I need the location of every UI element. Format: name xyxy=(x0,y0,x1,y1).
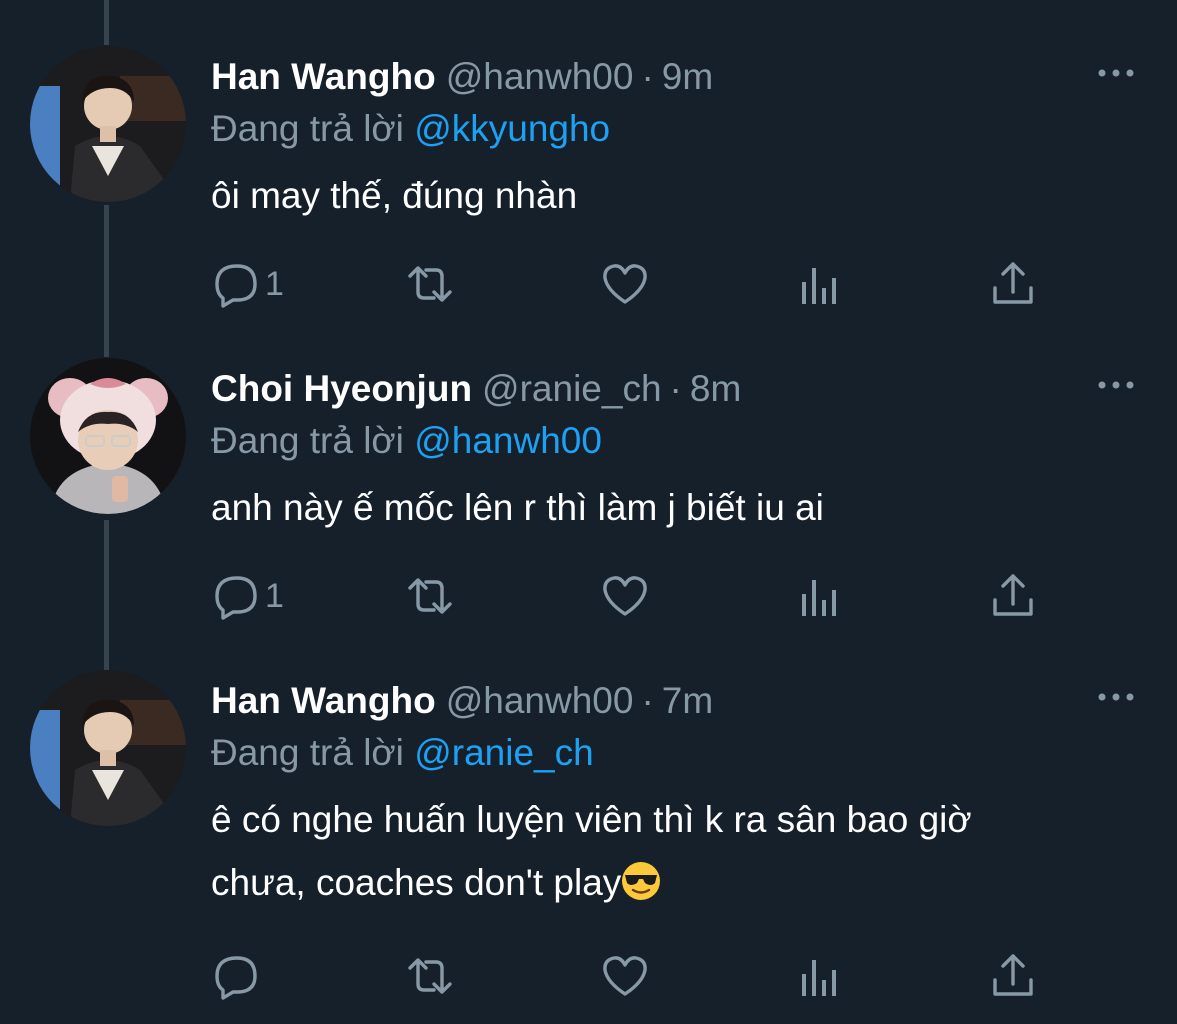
thread-line-top xyxy=(104,0,109,45)
more-button[interactable] xyxy=(1096,58,1136,88)
tweet-text-line: ê có nghe huấn luyện viên thì k ra sân b… xyxy=(211,799,972,840)
tweet-text-line: chưa, coaches don't play xyxy=(211,851,1141,914)
avatar[interactable] xyxy=(30,358,186,514)
tweet-header: Choi Hyeonjun @ranie_ch · 8m xyxy=(211,366,741,412)
analytics-button[interactable] xyxy=(796,952,844,1000)
reply-button[interactable] xyxy=(211,952,265,1000)
separator-dot: · xyxy=(641,680,654,721)
more-button[interactable] xyxy=(1096,370,1136,400)
sunglasses-emoji-icon xyxy=(622,862,661,900)
replying-to: Đang trả lời @kkyungho xyxy=(211,106,610,152)
tweet-header: Han Wangho @hanwh00 · 9m xyxy=(211,54,713,100)
mention-link[interactable]: @ranie_ch xyxy=(414,732,594,773)
reply-icon xyxy=(215,576,257,620)
analytics-icon xyxy=(802,960,836,996)
tweet[interactable]: Han Wangho @hanwh00 · 7m Đang trả lời @rani… xyxy=(0,670,1177,1024)
timestamp[interactable]: 8m xyxy=(690,368,741,409)
action-bar xyxy=(211,952,1041,1000)
retweet-button[interactable] xyxy=(406,260,454,308)
analytics-button[interactable] xyxy=(796,572,844,620)
user-handle[interactable]: @hanwh00 xyxy=(446,680,634,721)
reply-count: 1 xyxy=(265,576,284,615)
reply-button[interactable]: 1 xyxy=(211,260,284,308)
more-icon xyxy=(1098,69,1134,77)
action-bar: 1 xyxy=(211,260,1041,308)
tweet-text: ê có nghe huấn luyện viên thì k ra sân b… xyxy=(211,788,1141,914)
avatar[interactable] xyxy=(30,46,186,202)
replying-prefix: Đang trả lời xyxy=(211,732,404,773)
timestamp[interactable]: 9m xyxy=(662,56,713,97)
more-icon xyxy=(1098,381,1134,389)
tweet-text: ôi may thế, đúng nhàn xyxy=(211,175,578,216)
like-button[interactable] xyxy=(601,952,649,1000)
avatar-han-wangho-icon xyxy=(30,670,186,826)
tweet-header: Han Wangho @hanwh00 · 7m xyxy=(211,678,713,724)
user-handle[interactable]: @ranie_ch xyxy=(482,368,662,409)
share-icon xyxy=(993,954,1033,996)
like-button[interactable] xyxy=(601,260,649,308)
more-button[interactable] xyxy=(1096,682,1136,712)
retweet-icon xyxy=(408,958,452,994)
tweet-text: anh này ế mốc lên r thì làm j biết iu ai xyxy=(211,487,824,528)
display-name[interactable]: Choi Hyeonjun xyxy=(211,368,472,409)
avatar[interactable] xyxy=(30,670,186,826)
tweet[interactable]: Han Wangho @hanwh00 · 9m Đang trả lời @kkyu… xyxy=(0,46,1177,340)
reply-button[interactable]: 1 xyxy=(211,572,284,620)
share-button[interactable] xyxy=(989,260,1037,308)
tweet-text-line-content: chưa, coaches don't play xyxy=(211,862,622,903)
action-bar: 1 xyxy=(211,572,1041,620)
timestamp[interactable]: 7m xyxy=(662,680,713,721)
retweet-icon xyxy=(408,266,452,302)
share-button[interactable] xyxy=(989,952,1037,1000)
heart-icon xyxy=(603,264,647,304)
replying-to: Đang trả lời @hanwh00 xyxy=(211,418,602,464)
display-name[interactable]: Han Wangho xyxy=(211,680,436,721)
retweet-button[interactable] xyxy=(406,952,454,1000)
display-name[interactable]: Han Wangho xyxy=(211,56,436,97)
avatar-choi-hyeonjun-icon xyxy=(30,358,186,514)
heart-icon xyxy=(603,956,647,996)
more-icon xyxy=(1098,693,1134,701)
mention-link[interactable]: @hanwh00 xyxy=(414,420,602,461)
analytics-icon xyxy=(802,268,836,304)
tweet[interactable]: Choi Hyeonjun @ranie_ch · 8m Đang trả lời @… xyxy=(0,358,1177,652)
reply-count: 1 xyxy=(265,264,284,303)
retweet-button[interactable] xyxy=(406,572,454,620)
like-button[interactable] xyxy=(601,572,649,620)
reply-icon xyxy=(215,264,257,308)
avatar-han-wangho-icon xyxy=(30,46,186,202)
share-icon xyxy=(993,574,1033,616)
analytics-icon xyxy=(802,580,836,616)
separator-dot: · xyxy=(669,368,682,409)
separator-dot: · xyxy=(641,56,654,97)
retweet-icon xyxy=(408,578,452,614)
user-handle[interactable]: @hanwh00 xyxy=(446,56,634,97)
analytics-button[interactable] xyxy=(796,260,844,308)
replying-to: Đang trả lời @ranie_ch xyxy=(211,730,594,776)
replying-prefix: Đang trả lời xyxy=(211,420,404,461)
mention-link[interactable]: @kkyungho xyxy=(414,108,610,149)
reply-icon xyxy=(215,956,257,1000)
heart-icon xyxy=(603,576,647,616)
share-button[interactable] xyxy=(989,572,1037,620)
share-icon xyxy=(993,262,1033,304)
replying-prefix: Đang trả lời xyxy=(211,108,404,149)
